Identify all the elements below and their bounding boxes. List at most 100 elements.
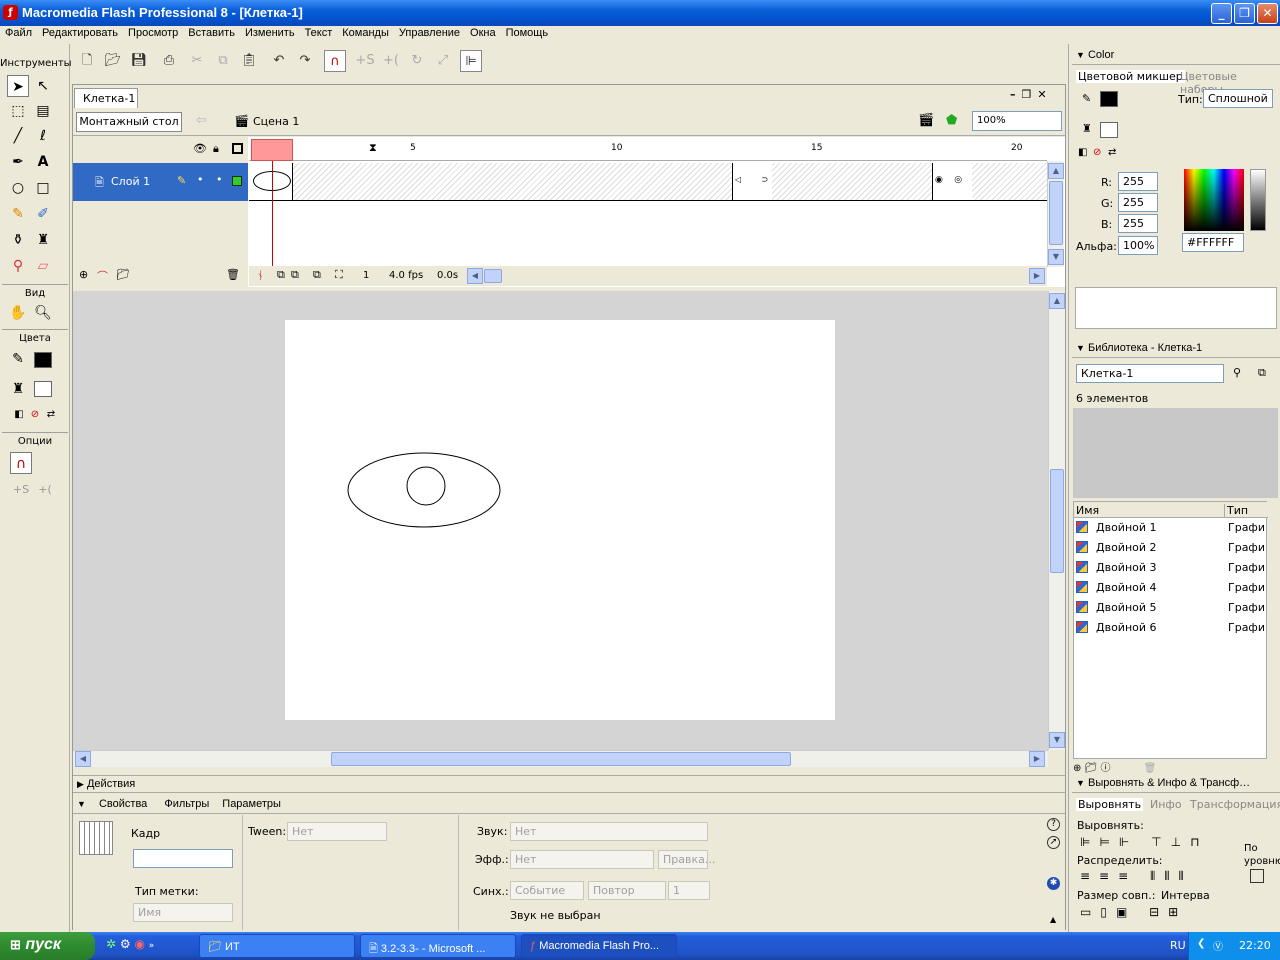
smooth-tb-icon[interactable]: +S — [354, 50, 376, 72]
redo-icon[interactable]: ↷ — [294, 50, 316, 72]
menu-file[interactable]: Файл — [0, 26, 37, 40]
col-name-header[interactable]: Имя — [1076, 504, 1099, 517]
scale-icon[interactable]: ⤢ — [432, 50, 454, 72]
align-buttons[interactable]: ⊫⊨⊩ ⊤⊥⊓ — [1080, 835, 1208, 849]
onion-skin-icon[interactable]: ⧉ — [277, 268, 285, 282]
library-item[interactable]: Двойной 4 Графи — [1074, 578, 1268, 598]
ink-bottle-tool-icon[interactable]: ⚱ — [7, 229, 29, 251]
tab-properties[interactable]: Свойства — [99, 798, 147, 810]
lasso-tool-icon[interactable]: ℓ — [32, 125, 54, 147]
sync-select[interactable]: Событие — [510, 881, 584, 900]
library-item[interactable]: Двойной 3 Графи — [1074, 558, 1268, 578]
frame-rate[interactable]: 4.0 fps — [389, 270, 423, 281]
label-type-select[interactable]: Имя — [133, 903, 233, 922]
scroll-left-button[interactable]: ◀ — [467, 268, 483, 284]
repeat-count-input[interactable]: 1 — [668, 881, 710, 900]
lock-icon[interactable]: 🔒︎ — [213, 142, 219, 156]
tab-params[interactable]: Параметры — [222, 798, 281, 810]
tray-arrow-icon[interactable]: ❮ — [1197, 938, 1205, 949]
g-input[interactable]: 255 — [1118, 193, 1158, 212]
tab-transform[interactable]: Трансформация — [1190, 798, 1280, 811]
taskbar-item-flash[interactable]: ƒ Macromedia Flash Pro... — [521, 934, 677, 958]
outline-icon[interactable] — [232, 143, 243, 154]
align-panel-header[interactable]: ▼ Выровнять & Инфо & Трансф… — [1072, 775, 1280, 793]
tab-align[interactable]: Выровнять — [1076, 798, 1144, 811]
timeline-ruler[interactable]: 5 10 15 20 ⧗ — [249, 137, 1047, 161]
pencil-tool-icon[interactable]: ✎ — [7, 203, 29, 225]
new-symbol-icon[interactable]: ⊕ — [1073, 763, 1081, 774]
scroll-right-button[interactable]: ▶ — [1029, 751, 1045, 767]
subselection-tool-icon[interactable]: ↖ — [32, 75, 54, 97]
stage-hscroll[interactable]: ◀ ▶ — [73, 750, 1048, 767]
color-panel-header[interactable]: ▼ Color — [1072, 47, 1280, 65]
repeat-select[interactable]: Повтор — [588, 881, 666, 900]
menu-edit[interactable]: Редактировать — [37, 26, 123, 40]
keyframe-block[interactable]: ◉ ◎ — [932, 163, 972, 201]
gradient-transform-tool-icon[interactable]: ▤ — [32, 100, 54, 122]
hand-tool-icon[interactable]: ✋ — [7, 302, 29, 324]
scroll-down-button[interactable]: ▼ — [1049, 732, 1065, 748]
match-size-buttons[interactable]: ▭▯▣ ⊟⊞ — [1080, 905, 1187, 919]
stage-vscroll-thumb[interactable] — [1050, 469, 1064, 573]
eyedropper-tool-icon[interactable]: ⚲ — [7, 255, 29, 277]
new-folder-icon[interactable]: 📁︎ — [1085, 763, 1098, 774]
straighten-icon[interactable]: +( — [34, 479, 56, 501]
library-item[interactable]: Двойной 2 Графи — [1074, 538, 1268, 558]
menu-modify[interactable]: Изменить — [240, 26, 300, 40]
free-transform-tool-icon[interactable]: ⬚ — [7, 100, 29, 122]
library-delete-icon[interactable]: 🗑︎ — [1144, 763, 1157, 774]
quicklaunch-icon[interactable]: ◉ — [134, 937, 144, 951]
menu-insert[interactable]: Вставить — [183, 26, 240, 40]
swap-colors-icon[interactable]: ⇄ — [40, 404, 62, 426]
pen-tool-icon[interactable]: ✒ — [7, 151, 29, 173]
mixer-swap-icon[interactable]: ⇄ — [1108, 147, 1116, 158]
brush-tool-icon[interactable]: ✐ — [32, 203, 54, 225]
snap-icon[interactable]: ∩ — [324, 50, 346, 72]
col-type-header[interactable]: Тип — [1224, 504, 1248, 517]
actions-panel-header[interactable]: ▶ Действия — [73, 775, 1065, 793]
add-folder-icon[interactable]: 📁︎ — [116, 268, 130, 281]
cut-icon[interactable]: ✂ — [186, 50, 208, 72]
library-item[interactable]: Двойной 5 Графи — [1074, 598, 1268, 618]
library-doc-select[interactable]: Клетка-1 — [1076, 364, 1224, 383]
edit-multiple-frames-icon[interactable]: ⧉ — [313, 268, 321, 282]
frames-row[interactable]: ◁ ⊃ ◉ ◎ — [249, 163, 1047, 201]
mixer-no-color-icon[interactable]: ⊘ — [1093, 147, 1101, 158]
document-tab[interactable]: Клетка-1 — [74, 88, 138, 108]
copy-icon[interactable]: ⧉ — [212, 50, 234, 72]
menu-control[interactable]: Управление — [394, 26, 465, 40]
paste-icon[interactable]: 📋︎ — [238, 50, 260, 72]
eye-icon[interactable]: 👁︎ — [193, 142, 207, 155]
layer-row[interactable]: 🗎︎ Слой 1 ✎ • • — [73, 163, 248, 201]
scroll-up-button[interactable]: ▲ — [1049, 293, 1065, 309]
close-button[interactable]: ✕ — [1257, 3, 1278, 24]
library-item[interactable]: Двойной 6 Графи — [1074, 618, 1268, 638]
align-panel-icon[interactable]: ⊫ — [460, 50, 482, 72]
brightness-slider[interactable] — [1250, 169, 1266, 231]
menu-help[interactable]: Помощь — [501, 26, 554, 40]
undo-icon[interactable]: ↶ — [268, 50, 290, 72]
fill-color-swatch[interactable] — [34, 381, 52, 397]
scroll-up-button[interactable]: ▲ — [1048, 163, 1064, 179]
back-arrow-icon[interactable]: ⇦ — [196, 113, 207, 128]
pin-library-icon[interactable]: ⚲ — [1233, 366, 1241, 379]
add-guide-layer-icon[interactable]: ⌒ — [97, 268, 108, 284]
start-button[interactable]: ⊞ пуск — [0, 932, 95, 960]
rectangle-tool-icon[interactable]: □ — [32, 177, 54, 199]
edit-symbol-icon[interactable]: ⬟ — [946, 113, 957, 128]
layer-outline-swatch[interactable] — [232, 176, 242, 186]
onion-marker-icon[interactable]: ⧗ — [369, 141, 377, 155]
keyframe-block[interactable]: ◁ ⊃ — [732, 163, 772, 201]
onion-outline-icon[interactable]: ⧉ — [291, 268, 299, 282]
minimize-button[interactable]: _ — [1211, 3, 1232, 24]
tab-color-mixer[interactable]: Цветовой микшер — [1076, 70, 1185, 83]
accessibility-icon[interactable]: ✱ — [1047, 877, 1060, 890]
stage-canvas[interactable] — [285, 320, 835, 720]
mixer-bw-icon[interactable]: ◧ — [1078, 147, 1087, 158]
hex-input[interactable]: #FFFFFF — [1182, 233, 1244, 252]
menu-commands[interactable]: Команды — [337, 26, 394, 40]
color-spectrum[interactable] — [1184, 169, 1244, 231]
straighten-tb-icon[interactable]: +( — [380, 50, 402, 72]
language-indicator[interactable]: RU — [1170, 939, 1186, 952]
quicklaunch-icon[interactable]: ⚙ — [120, 937, 131, 951]
